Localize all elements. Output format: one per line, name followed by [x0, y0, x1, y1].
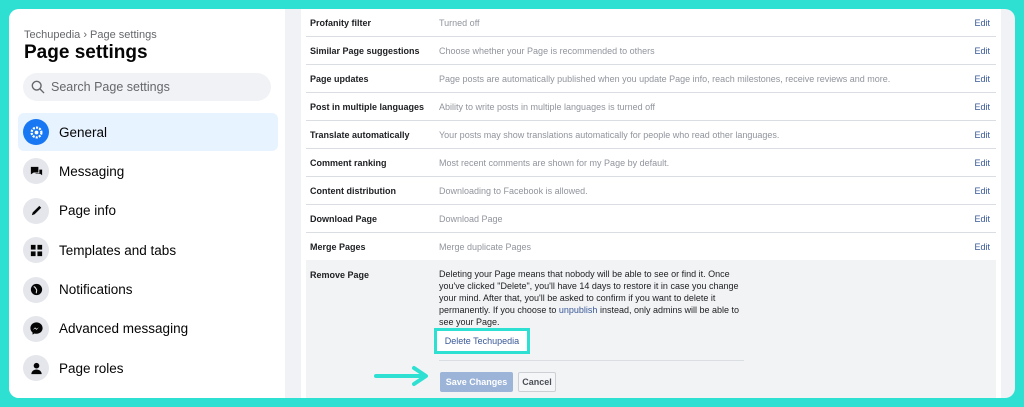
edit-link[interactable]: Edit — [974, 46, 990, 56]
pencil-icon — [23, 197, 49, 224]
table-row: Merge Pages Merge duplicate Pages Edit — [306, 233, 996, 261]
sidebar-item-general[interactable]: General — [18, 113, 278, 151]
window-frame: Techupedia › Page settings Page settings… — [9, 9, 1015, 398]
sidebar-item-label: Page roles — [59, 360, 124, 376]
table-row: Post in multiple languages Ability to wr… — [306, 93, 996, 121]
edit-link[interactable]: Edit — [974, 186, 990, 196]
cancel-button[interactable]: Cancel — [518, 372, 556, 392]
search-input[interactable] — [51, 80, 251, 94]
setting-label: Remove Page — [310, 270, 370, 280]
table-row: Comment ranking Most recent comments are… — [306, 149, 996, 177]
divider — [439, 360, 744, 361]
save-changes-button[interactable]: Save Changes — [440, 372, 513, 392]
sidebar-item-templates-and-tabs[interactable]: Templates and tabs — [18, 231, 278, 269]
sidebar-item-notifications[interactable]: Notifications — [18, 271, 278, 309]
globe-icon — [23, 276, 49, 303]
setting-label: Post in multiple languages — [310, 101, 425, 112]
sidebar-item-label: General — [59, 124, 108, 140]
person-icon — [23, 355, 49, 382]
setting-value: Page posts are automatically published w… — [439, 73, 891, 84]
settings-sidebar: Techupedia › Page settings Page settings… — [9, 9, 285, 398]
setting-label: Merge Pages — [310, 241, 366, 252]
table-row: Similar Page suggestions Choose whether … — [306, 37, 996, 65]
sidebar-nav: General Messaging Page info Templates an… — [18, 113, 278, 389]
setting-value: Ability to write posts in multiple langu… — [439, 101, 655, 112]
setting-label: Download Page — [310, 213, 378, 224]
gear-icon — [23, 119, 49, 145]
edit-link[interactable]: Edit — [974, 130, 990, 140]
sidebar-item-label: Messaging — [59, 163, 125, 179]
settings-panel: Profanity filter Turned off Edit Similar… — [301, 9, 1001, 398]
arrow-right-icon — [374, 366, 428, 386]
setting-value: Your posts may show translations automat… — [439, 129, 780, 140]
setting-label: Page updates — [310, 73, 369, 84]
edit-link[interactable]: Edit — [974, 158, 990, 168]
setting-value: Turned off — [439, 17, 480, 28]
chat-bubbles-icon — [23, 158, 49, 185]
settings-list: Profanity filter Turned off Edit Similar… — [306, 9, 996, 261]
sidebar-item-label: Templates and tabs — [59, 242, 177, 258]
edit-link[interactable]: Edit — [974, 214, 990, 224]
sidebar-item-page-info[interactable]: Page info — [18, 192, 278, 230]
setting-value: Merge duplicate Pages — [439, 241, 532, 252]
setting-label: Content distribution — [310, 185, 396, 196]
delete-page-highlight: Delete Techupedia — [434, 328, 530, 354]
page-title: Page settings — [24, 42, 148, 63]
unpublish-link[interactable]: unpublish — [559, 305, 598, 315]
edit-link[interactable]: Edit — [974, 74, 990, 84]
setting-value: Choose whether your Page is recommended … — [439, 45, 655, 56]
sidebar-item-advanced-messaging[interactable]: Advanced messaging — [18, 310, 278, 348]
breadcrumb[interactable]: Techupedia › Page settings — [24, 29, 157, 41]
remove-page-description: Deleting your Page means that nobody wil… — [439, 268, 744, 328]
edit-link[interactable]: Edit — [974, 242, 990, 252]
setting-value: Downloading to Facebook is allowed. — [439, 185, 588, 196]
sidebar-item-label: Notifications — [59, 282, 133, 298]
setting-label: Translate automatically — [310, 129, 410, 140]
sidebar-item-messaging[interactable]: Messaging — [18, 152, 278, 190]
search-box[interactable] — [23, 73, 271, 101]
setting-value: Download Page — [439, 213, 503, 224]
sidebar-item-label: Page info — [59, 203, 117, 219]
delete-page-link[interactable]: Delete Techupedia — [445, 336, 519, 346]
setting-label: Comment ranking — [310, 157, 387, 168]
table-row: Profanity filter Turned off Edit — [306, 9, 996, 37]
edit-link[interactable]: Edit — [974, 18, 990, 28]
setting-label: Profanity filter — [310, 17, 372, 28]
table-row: Page updates Page posts are automaticall… — [306, 65, 996, 93]
setting-label: Similar Page suggestions — [310, 45, 420, 56]
sidebar-item-page-roles[interactable]: Page roles — [18, 349, 278, 387]
edit-link[interactable]: Edit — [974, 102, 990, 112]
grid-icon — [23, 237, 49, 264]
sidebar-item-label: Advanced messaging — [59, 321, 189, 337]
table-row: Translate automatically Your posts may s… — [306, 121, 996, 149]
table-row: Download Page Download Page Edit — [306, 205, 996, 233]
messenger-icon — [23, 315, 49, 342]
table-row: Content distribution Downloading to Face… — [306, 177, 996, 205]
setting-value: Most recent comments are shown for my Pa… — [439, 157, 670, 168]
search-icon — [31, 80, 45, 94]
